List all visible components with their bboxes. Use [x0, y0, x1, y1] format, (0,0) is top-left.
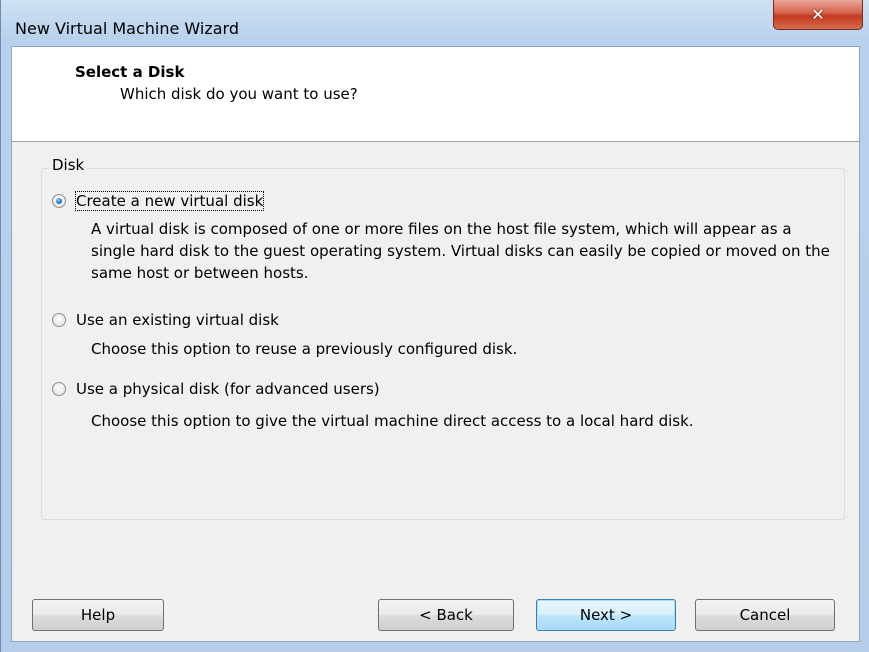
help-button-label: Help — [80, 606, 116, 624]
option-description: A virtual disk is composed of one or mor… — [91, 220, 830, 282]
page-title: Select a Disk — [75, 63, 185, 81]
radio-use-physical-disk[interactable] — [52, 382, 66, 396]
close-button[interactable]: ✕ — [773, 0, 863, 30]
wizard-window: New Virtual Machine Wizard ✕ Select a Di… — [0, 0, 869, 652]
wizard-client-area: Select a Disk Which disk do you want to … — [11, 46, 860, 642]
wizard-header: Select a Disk Which disk do you want to … — [12, 47, 859, 142]
disk-group-legend: Disk — [49, 156, 88, 174]
radio-create-new-disk[interactable] — [52, 194, 66, 208]
back-button[interactable]: < Back — [378, 599, 514, 631]
next-button[interactable]: Next > — [536, 599, 676, 631]
page-subtitle: Which disk do you want to use? — [120, 85, 358, 103]
option-label[interactable]: Create a new virtual disk — [74, 191, 265, 211]
cancel-button-label: Cancel — [739, 606, 791, 624]
cancel-button[interactable]: Cancel — [695, 599, 835, 631]
window-title: New Virtual Machine Wizard — [15, 19, 239, 38]
title-bar[interactable]: New Virtual Machine Wizard ✕ — [1, 0, 869, 50]
close-icon: ✕ — [811, 5, 825, 24]
option-label[interactable]: Use an existing virtual disk — [76, 311, 279, 329]
option-label[interactable]: Use a physical disk (for advanced users) — [76, 380, 380, 398]
radio-use-existing-disk[interactable] — [52, 313, 66, 327]
back-button-label: < Back — [419, 606, 473, 624]
option-description: Choose this option to give the virtual m… — [91, 412, 694, 430]
next-button-label: Next > — [579, 606, 633, 624]
help-button[interactable]: Help — [32, 599, 164, 631]
option-description: Choose this option to reuse a previously… — [91, 340, 518, 358]
